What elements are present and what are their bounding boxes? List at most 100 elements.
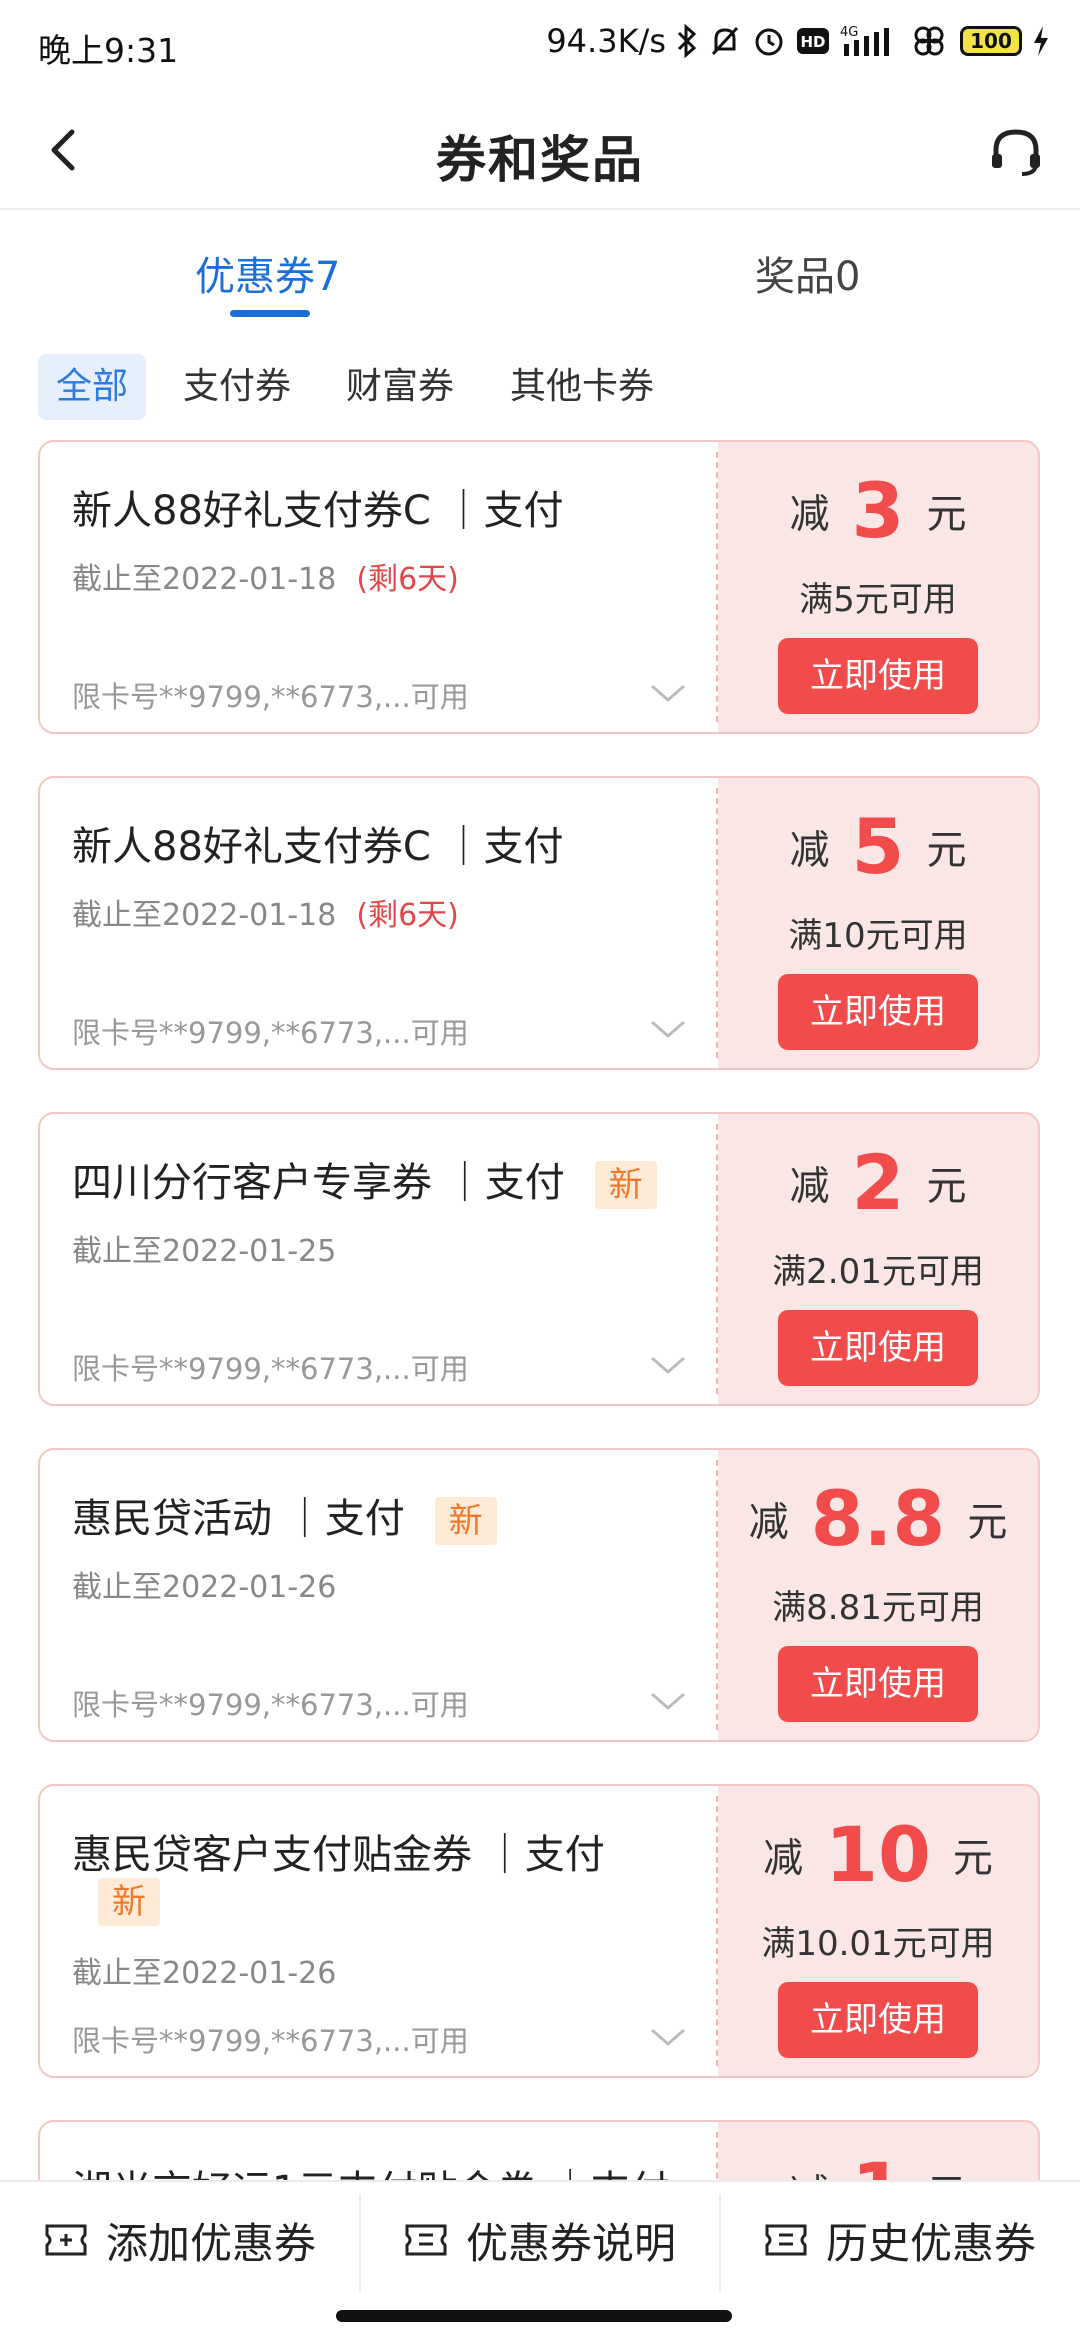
coupon-card[interactable]: 惠民贷客户支付贴金券 ｜支付 新 截止至2022-01-26 限卡号**9799… xyxy=(38,1784,1040,2078)
page-title: 券和奖品 xyxy=(436,131,644,189)
discount-amount: 减5元 xyxy=(718,802,1038,891)
coupon-card[interactable]: 新人88好礼支付券C ｜支付 截止至2022-01-18 (剩6天) 限卡号**9… xyxy=(38,776,1040,1070)
card-restriction: 限卡号**9799,**6773,...可用 xyxy=(72,1688,469,1722)
discount-amount: 减3元 xyxy=(718,466,1038,555)
use-now-button[interactable]: 立即使用 xyxy=(778,638,978,714)
coupon-info: 四川分行客户专享券 ｜支付新 截止至2022-01-25 限卡号**9799,*… xyxy=(40,1114,716,1404)
discount-unit: 元 xyxy=(926,2172,966,2181)
discount-amount: 减2元 xyxy=(718,1138,1038,1227)
discount-value: 1 xyxy=(852,2146,905,2180)
history-coupons-label: 历史优惠券 xyxy=(825,2218,1036,2268)
filter-bar: 全部 支付券 财富券 其他卡券 xyxy=(0,340,1080,440)
coupon-info: 惠民贷活动 ｜支付新 截止至2022-01-26 限卡号**9799,**677… xyxy=(40,1450,716,1740)
mute-bell-icon xyxy=(708,24,742,58)
coupon-info-button[interactable]: 优惠券说明 xyxy=(360,2182,720,2298)
filter-all[interactable]: 全部 xyxy=(38,354,147,420)
status-time: 晚上9:31 xyxy=(38,31,179,70)
filter-other-cards[interactable]: 其他卡券 xyxy=(492,354,672,420)
usage-condition: 满10.01元可用 xyxy=(761,1924,995,1964)
coupon-title: 四川分行客户专享券 ｜支付新 xyxy=(72,1150,657,1209)
tab-bar: 优惠券7 奖品0 xyxy=(0,210,1080,340)
charging-icon xyxy=(1032,24,1050,58)
usage-condition: 满2.01元可用 xyxy=(772,1252,984,1292)
bluetooth-icon xyxy=(676,24,698,58)
coupon-title-text: 四川分行客户专享券 ｜支付 xyxy=(72,1160,565,1206)
status-bar: 晚上9:31 94.3K/s HD 4G 100 xyxy=(0,0,1080,92)
ticket-icon xyxy=(45,2224,87,2256)
expand-chevron-icon[interactable] xyxy=(648,1014,688,1044)
expand-chevron-icon[interactable] xyxy=(648,1686,688,1716)
clover-icon xyxy=(910,24,950,58)
card-restriction: 限卡号**9799,**6773,...可用 xyxy=(72,680,469,714)
coupon-title: 惠民贷活动 ｜支付新 xyxy=(72,1486,497,1545)
discount-unit: 元 xyxy=(926,827,967,874)
discount-unit: 元 xyxy=(952,1835,993,1882)
expand-chevron-icon[interactable] xyxy=(648,678,688,708)
coupon-info: 新人88好礼支付券C ｜支付 截止至2022-01-18 (剩6天) 限卡号**9… xyxy=(40,778,716,1068)
coupon-card[interactable]: 新人88好礼支付券C ｜支付 截止至2022-01-18 (剩6天) 限卡号**9… xyxy=(38,440,1040,734)
status-icons: 94.3K/s HD 4G 100 xyxy=(546,22,1050,60)
net-speed: 94.3K/s xyxy=(546,22,666,60)
nav-bar: 券和奖品 xyxy=(0,92,1080,210)
use-now-button[interactable]: 立即使用 xyxy=(778,974,978,1050)
use-now-button[interactable]: 立即使用 xyxy=(778,1646,978,1722)
coupon-list: 新人88好礼支付券C ｜支付 截止至2022-01-18 (剩6天) 限卡号**9… xyxy=(0,440,1080,2180)
coupon-title: 惠民贷客户支付贴金券 ｜支付 xyxy=(72,1832,605,1878)
discount-prefix: 减 xyxy=(748,1499,789,1546)
ticket-icon xyxy=(765,2224,807,2256)
discount-unit: 元 xyxy=(926,491,967,538)
coupon-info: 惠民贷客户支付贴金券 ｜支付 新 截止至2022-01-26 限卡号**9799… xyxy=(40,1786,716,2076)
discount-prefix: 减 xyxy=(789,827,830,874)
coupon-card[interactable]: 惠民贷活动 ｜支付新 截止至2022-01-26 限卡号**9799,**677… xyxy=(38,1448,1040,1742)
home-indicator xyxy=(336,2310,732,2322)
coupon-value-panel: 减 10 元 满10.01元可用 立即使用 xyxy=(718,1786,1038,2076)
expand-chevron-icon[interactable] xyxy=(648,1350,688,1380)
coupon-title-text: 惠民贷活动 ｜支付 xyxy=(72,1496,405,1542)
filter-wealth[interactable]: 财富券 xyxy=(328,354,472,420)
discount-value: 2 xyxy=(851,1138,905,1227)
tab-coupons[interactable]: 优惠券7 xyxy=(195,244,340,302)
coupon-value-panel: 减5元 满10元可用 立即使用 xyxy=(718,778,1038,1068)
coupon-info: 新人88好礼支付券C ｜支付 截止至2022-01-18 (剩6天) 限卡号**9… xyxy=(40,442,716,732)
expire-date: 截止至2022-01-18 xyxy=(72,898,337,933)
coupon-card[interactable]: 四川分行客户专享券 ｜支付新 截止至2022-01-25 限卡号**9799,*… xyxy=(38,1112,1040,1406)
use-now-button[interactable]: 立即使用 xyxy=(778,1982,978,2058)
discount-prefix: 减 xyxy=(789,1163,830,1210)
coupon-info-label: 优惠券说明 xyxy=(465,2218,676,2268)
usage-condition: 满5元可用 xyxy=(799,580,957,620)
history-coupons-button[interactable]: 历史优惠券 xyxy=(720,2182,1080,2298)
coupon-value-panel: 减3元 满5元可用 立即使用 xyxy=(718,442,1038,732)
expire-date: 截止至2022-01-18 xyxy=(72,562,337,597)
add-coupon-label: 添加优惠券 xyxy=(105,2218,316,2268)
expire-date: 截止至2022-01-26 xyxy=(72,1956,337,1991)
add-coupon-button[interactable]: 添加优惠券 xyxy=(0,2182,360,2298)
coupon-card[interactable]: 湘光交好运1元支付贴金券 ｜支付 减 1 元 xyxy=(38,2120,1040,2180)
customer-service-button[interactable] xyxy=(986,122,1046,182)
usage-condition: 满8.81元可用 xyxy=(772,1588,984,1628)
new-badge: 新 xyxy=(434,1497,497,1545)
usage-condition: 满10元可用 xyxy=(788,916,968,956)
tab-prizes[interactable]: 奖品0 xyxy=(755,244,860,302)
expire-date: 截止至2022-01-26 xyxy=(72,1570,337,1605)
expire-date: 截止至2022-01-25 xyxy=(72,1234,337,1269)
use-now-button[interactable]: 立即使用 xyxy=(778,1310,978,1386)
discount-prefix: 减 xyxy=(790,2172,830,2181)
card-restriction: 限卡号**9799,**6773,...可用 xyxy=(72,1016,469,1050)
coupon-title: 新人88好礼支付券C ｜支付 xyxy=(72,824,564,870)
tab-active-indicator xyxy=(230,310,310,317)
coupon-value-panel: 减 1 元 xyxy=(718,2122,1038,2180)
coupon-expire: 截止至2022-01-26 xyxy=(72,1948,336,1992)
new-badge: 新 xyxy=(98,1878,160,1926)
hd-icon: HD xyxy=(796,27,830,55)
coupon-title: 湘光交好运1元支付贴金券 ｜支付 xyxy=(72,2158,670,2180)
filter-payment[interactable]: 支付券 xyxy=(165,354,309,420)
battery-icon: 100 xyxy=(960,26,1022,56)
discount-value: 3 xyxy=(851,466,905,555)
coupon-title: 新人88好礼支付券C ｜支付 xyxy=(72,488,564,534)
headset-icon xyxy=(992,129,1040,176)
signal-icon: 4G xyxy=(840,24,900,58)
discount-amount: 减 1 元 xyxy=(718,2146,1038,2180)
alarm-icon xyxy=(752,24,786,58)
expand-chevron-icon[interactable] xyxy=(648,2022,688,2052)
card-restriction: 限卡号**9799,**6773,...可用 xyxy=(72,2024,469,2058)
